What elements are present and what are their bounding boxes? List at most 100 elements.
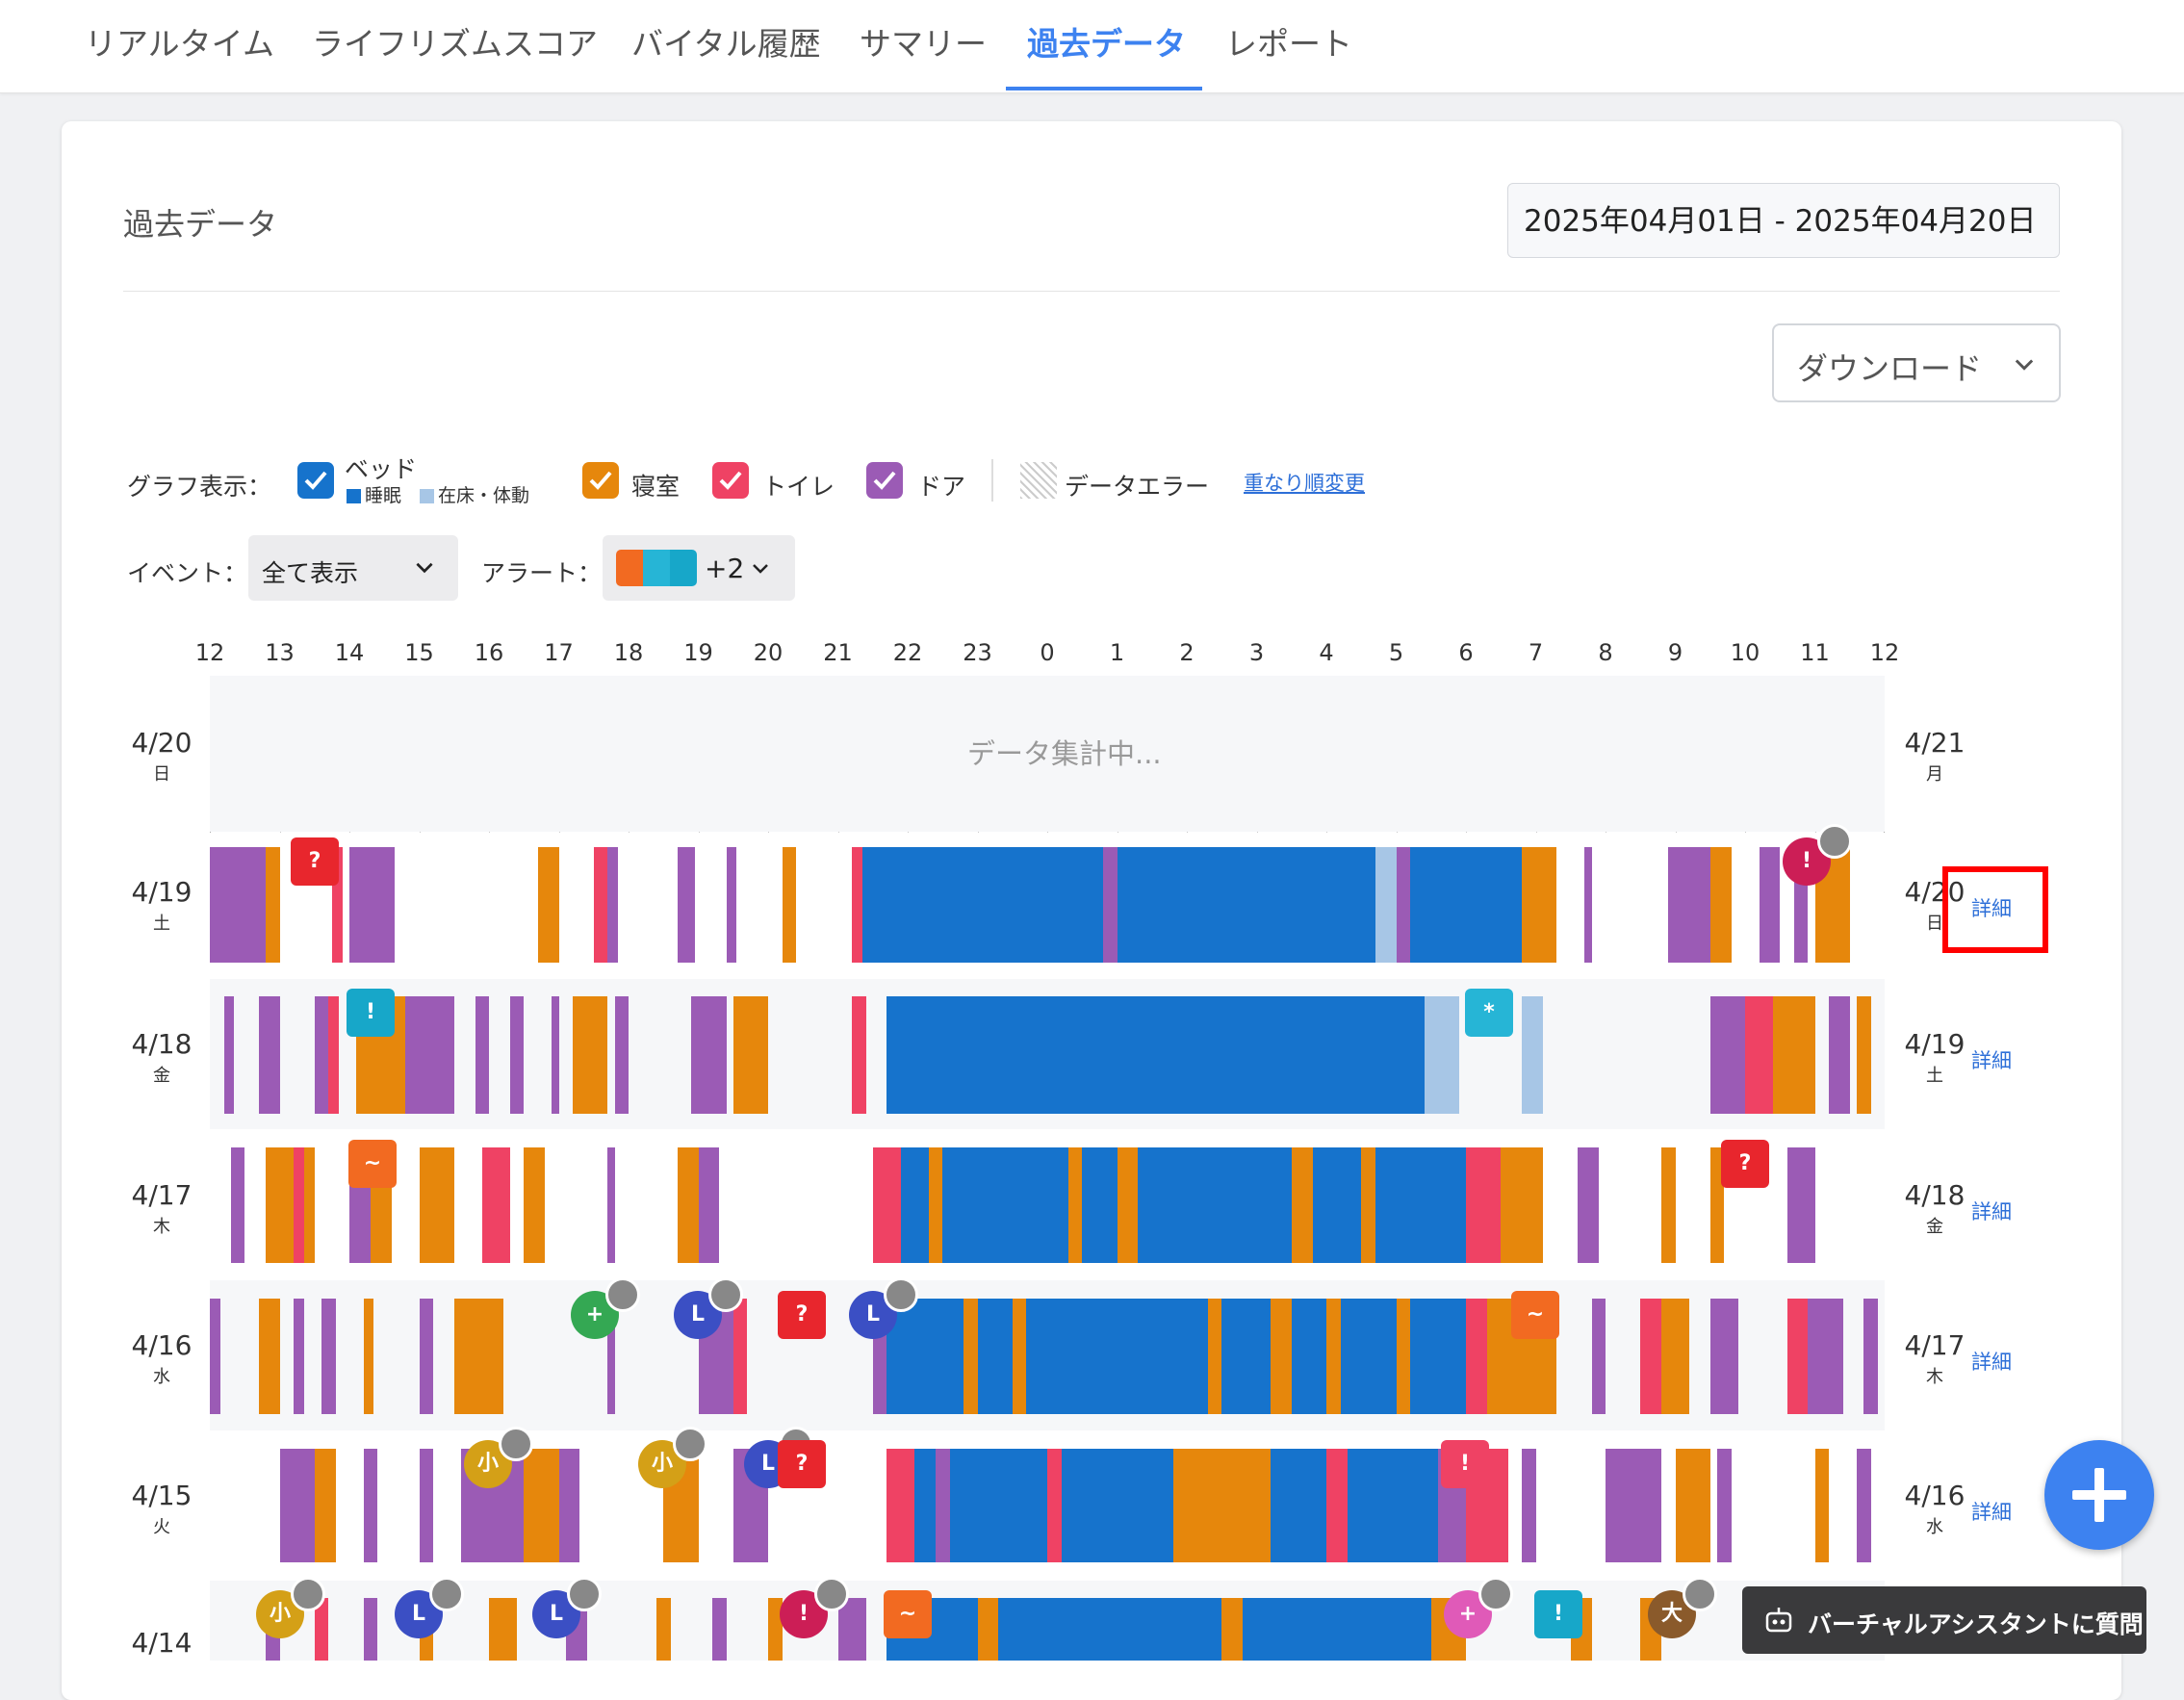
toilet-segment [1047, 1449, 1062, 1562]
detail-link[interactable]: 詳細 [1971, 1347, 2012, 1376]
date-text: 4/15 [131, 1480, 193, 1511]
marker-glyph: ! [1553, 1602, 1564, 1626]
door-segment [419, 1449, 433, 1562]
comment-icon [884, 1277, 918, 1312]
bedroom-segment [1291, 1147, 1313, 1263]
bedroom-segment [1067, 1147, 1083, 1263]
door-segment [552, 996, 559, 1114]
humidity-alert-icon[interactable]: ! [1534, 1590, 1582, 1638]
door-segment [349, 847, 374, 963]
row-next-date-label: 4/17 木 [1896, 1329, 1973, 1388]
unknown-event-icon[interactable]: ? [291, 837, 339, 886]
date-text: 4/17 [131, 1179, 193, 1211]
sleep-legend-label: 睡眠 [365, 485, 402, 506]
unknown-event-icon[interactable]: ? [778, 1440, 826, 1488]
door-segment [614, 996, 629, 1114]
bedroom-segment [524, 1449, 559, 1562]
thermometer-cold-icon[interactable]: * [1465, 989, 1513, 1037]
weekday-text: 火 [153, 1517, 170, 1537]
tab-report[interactable]: レポート [1225, 19, 1352, 77]
toilet-segment [1786, 1299, 1809, 1414]
tab-life-rhythm-score[interactable]: ライフリズムスコア [312, 19, 598, 77]
page-title: 過去データ [123, 206, 278, 243]
detail-link[interactable]: 詳細 [1971, 1197, 2012, 1225]
virtual-assistant-label: バーチャルアシスタントに質問 [1808, 1610, 2144, 1638]
hour-label: 22 [892, 639, 923, 666]
detail-link[interactable]: 詳細 [1971, 1045, 2012, 1074]
event-filter-select[interactable]: 全て表示 [248, 535, 458, 601]
hour-label: 23 [963, 639, 992, 666]
tab-vital-history[interactable]: バイタル履歴 [631, 19, 821, 77]
marker-glyph: ! [365, 1000, 376, 1024]
door-segment [279, 1449, 315, 1562]
toilet-segment [886, 1449, 915, 1562]
hour-label: 17 [544, 639, 574, 666]
hour-label: 14 [334, 639, 365, 666]
thermometer-cold-icon [643, 550, 670, 586]
hour-label: 16 [474, 639, 504, 666]
in-bed-legend-label: 在床・体動 [438, 485, 530, 506]
tab-realtime[interactable]: リアルタイム [85, 19, 274, 77]
toilet-segment [1326, 1449, 1348, 1562]
date-text: 4/21 [1904, 727, 1966, 759]
door-segment [677, 847, 695, 963]
toilet-segment [1745, 996, 1773, 1114]
comment-icon [708, 1277, 743, 1312]
door-legend-label: ドア [917, 473, 966, 501]
door-segment [373, 847, 396, 963]
door-segment [691, 996, 727, 1114]
row-date-label: 4/20 日 [123, 727, 200, 786]
date-text: 4/16 [131, 1329, 193, 1361]
in-bed-legend: 在床・体動 [420, 481, 529, 507]
in-bed-segment [1522, 996, 1543, 1114]
virtual-assistant-button[interactable]: バーチャルアシスタントに質問 [1742, 1586, 2146, 1654]
bedroom-segment [1172, 1449, 1271, 1562]
change-order-link[interactable]: 重なり順変更 [1244, 468, 1365, 497]
tab-past-data[interactable]: 過去データ [1027, 19, 1186, 77]
toilet-checkbox[interactable] [712, 462, 749, 499]
door-segment [223, 996, 235, 1114]
hour-label: 5 [1388, 639, 1404, 666]
bedroom-segment [1661, 1147, 1676, 1263]
hour-label: 0 [1040, 639, 1055, 666]
bedroom-checkbox[interactable] [582, 462, 619, 499]
weekday-text: 月 [1926, 764, 1943, 785]
bed-checkbox[interactable] [297, 462, 334, 499]
date-text: 4/16 [1904, 1480, 1966, 1511]
weekday-text: 土 [1926, 1066, 1943, 1086]
toilet-segment [1466, 1147, 1502, 1263]
thermometer-hot-icon[interactable]: ~ [1511, 1291, 1559, 1339]
detail-link[interactable]: 詳細 [1971, 1497, 2012, 1526]
tab-summary[interactable]: サマリー [860, 19, 987, 77]
door-segment [509, 996, 525, 1114]
door-checkbox[interactable] [866, 462, 903, 499]
date-range-picker[interactable]: 2025年04月01日 - 2025年04月20日 [1507, 183, 2060, 258]
date-text: 4/20 [131, 727, 193, 759]
hour-label: 19 [683, 639, 713, 666]
door-segment [1396, 847, 1410, 963]
bedroom-segment [1396, 1299, 1410, 1414]
unknown-event-icon[interactable]: ? [778, 1291, 826, 1339]
download-dropdown[interactable]: ダウンロード [1772, 323, 2061, 402]
thermometer-hot-icon[interactable]: ~ [348, 1140, 397, 1188]
bed-legend-label: ベッド [345, 455, 418, 483]
alert-filter-select[interactable]: +2 [603, 535, 795, 601]
toilet-segment [294, 1147, 304, 1263]
toilet-alert-icon[interactable]: ! [1441, 1440, 1489, 1488]
unknown-event-icon[interactable]: ? [1721, 1140, 1769, 1188]
comment-icon [814, 1577, 849, 1611]
door-segment [607, 847, 619, 963]
bedroom-segment [1857, 996, 1871, 1114]
humidity-alert-icon[interactable]: ! [347, 989, 395, 1037]
bedroom-segment [1221, 1598, 1243, 1661]
row-date-label: 4/17 木 [123, 1179, 200, 1238]
door-segment [1717, 1449, 1732, 1562]
door-segment [1808, 1299, 1843, 1414]
download-label: ダウンロード [1797, 350, 1983, 387]
row-date-label: 4/18 金 [123, 1028, 200, 1087]
thermometer-hot-icon[interactable]: ~ [884, 1590, 932, 1638]
door-segment [607, 1147, 615, 1263]
bedroom-segment [677, 1147, 699, 1263]
comment-icon [673, 1427, 707, 1461]
add-button[interactable] [2044, 1440, 2154, 1550]
